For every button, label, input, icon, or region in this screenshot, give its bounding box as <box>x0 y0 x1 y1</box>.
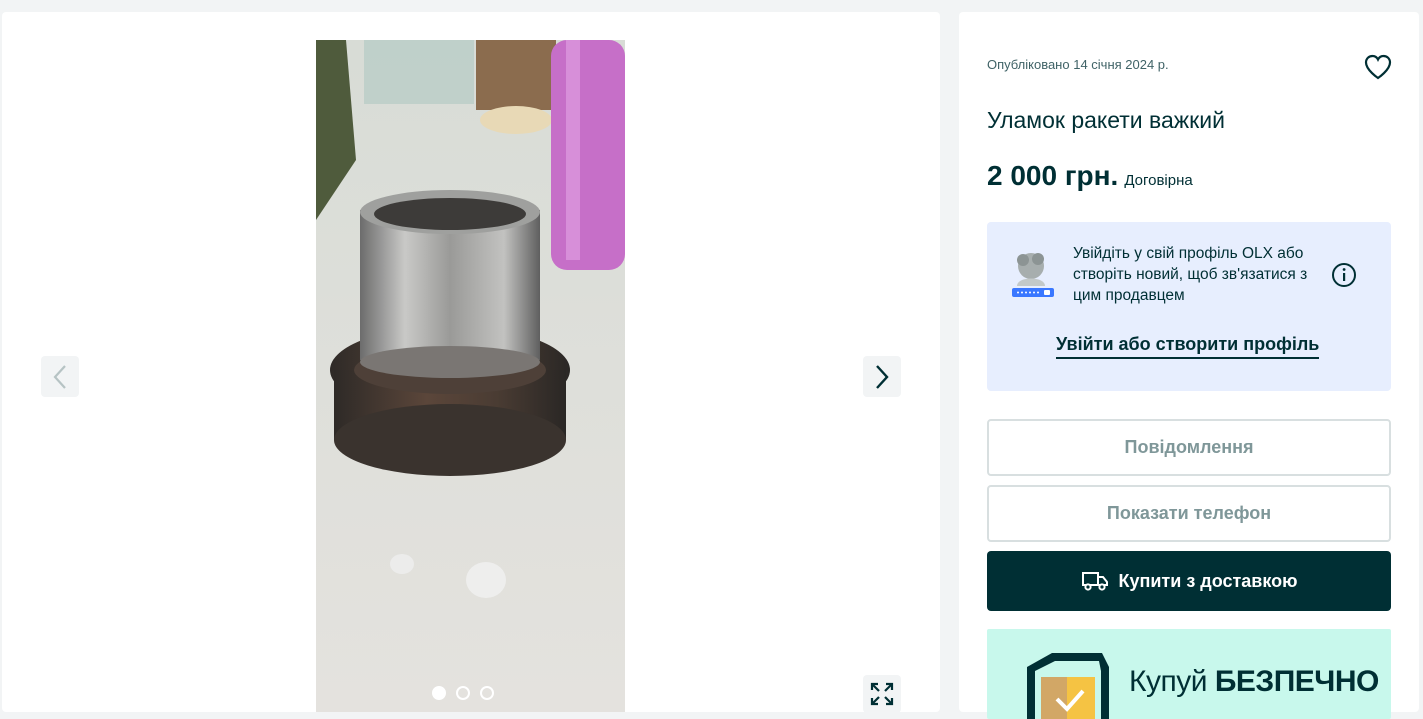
info-icon[interactable] <box>1331 262 1357 288</box>
listing-title: Уламок ракети важкий <box>987 107 1225 133</box>
message-button[interactable]: Повідомлення <box>987 419 1391 476</box>
negotiable-label: Договірна <box>1124 172 1193 189</box>
user-profile-illustration-icon <box>1012 253 1054 297</box>
photo-image <box>316 40 625 712</box>
pagination-dot[interactable] <box>480 686 494 700</box>
chevron-right-icon <box>876 364 889 389</box>
truck-icon <box>1081 572 1108 591</box>
show-phone-button[interactable]: Показати телефон <box>987 485 1391 542</box>
chevron-left-icon <box>53 364 66 389</box>
pagination-dot[interactable] <box>456 686 470 700</box>
login-prompt: Увійдіть у свій профіль OLX або створіть… <box>987 222 1391 391</box>
price-row: 2 000 грн. Договірна <box>987 160 1193 192</box>
buy-with-delivery-label: Купити з доставкою <box>1118 570 1298 591</box>
published-date: Опубліковано 14 січня 2024 р. <box>987 57 1169 72</box>
price: 2 000 грн. <box>987 160 1119 191</box>
buy-with-delivery-button[interactable]: Купити з доставкою <box>987 551 1391 611</box>
safe-purchase-prefix: Купуй <box>1129 665 1207 698</box>
safe-purchase-text: Купуй БЕЗПЕЧНО <box>1129 665 1379 699</box>
photo-gallery <box>2 12 940 712</box>
listing-photo[interactable] <box>316 40 625 712</box>
photo-pagination <box>432 686 494 700</box>
safe-purchase-banner[interactable]: Купуй БЕЗПЕЧНО <box>987 629 1391 719</box>
listing-details-panel: Опубліковано 14 січня 2024 р. Уламок рак… <box>959 12 1419 719</box>
login-prompt-text: Увійдіть у свій профіль OLX або створіть… <box>1073 245 1308 304</box>
login-or-register-link[interactable]: Увійти або створити профіль <box>1056 334 1320 359</box>
fullscreen-button[interactable] <box>863 675 901 712</box>
expand-icon <box>870 682 894 706</box>
previous-photo-button[interactable] <box>41 356 79 397</box>
heart-icon <box>1364 54 1392 80</box>
pagination-dot[interactable] <box>432 686 446 700</box>
shield-check-icon <box>1027 653 1109 719</box>
favorite-button[interactable] <box>1363 52 1393 82</box>
next-photo-button[interactable] <box>863 356 901 397</box>
safe-purchase-emphasis: БЕЗПЕЧНО <box>1214 665 1380 698</box>
